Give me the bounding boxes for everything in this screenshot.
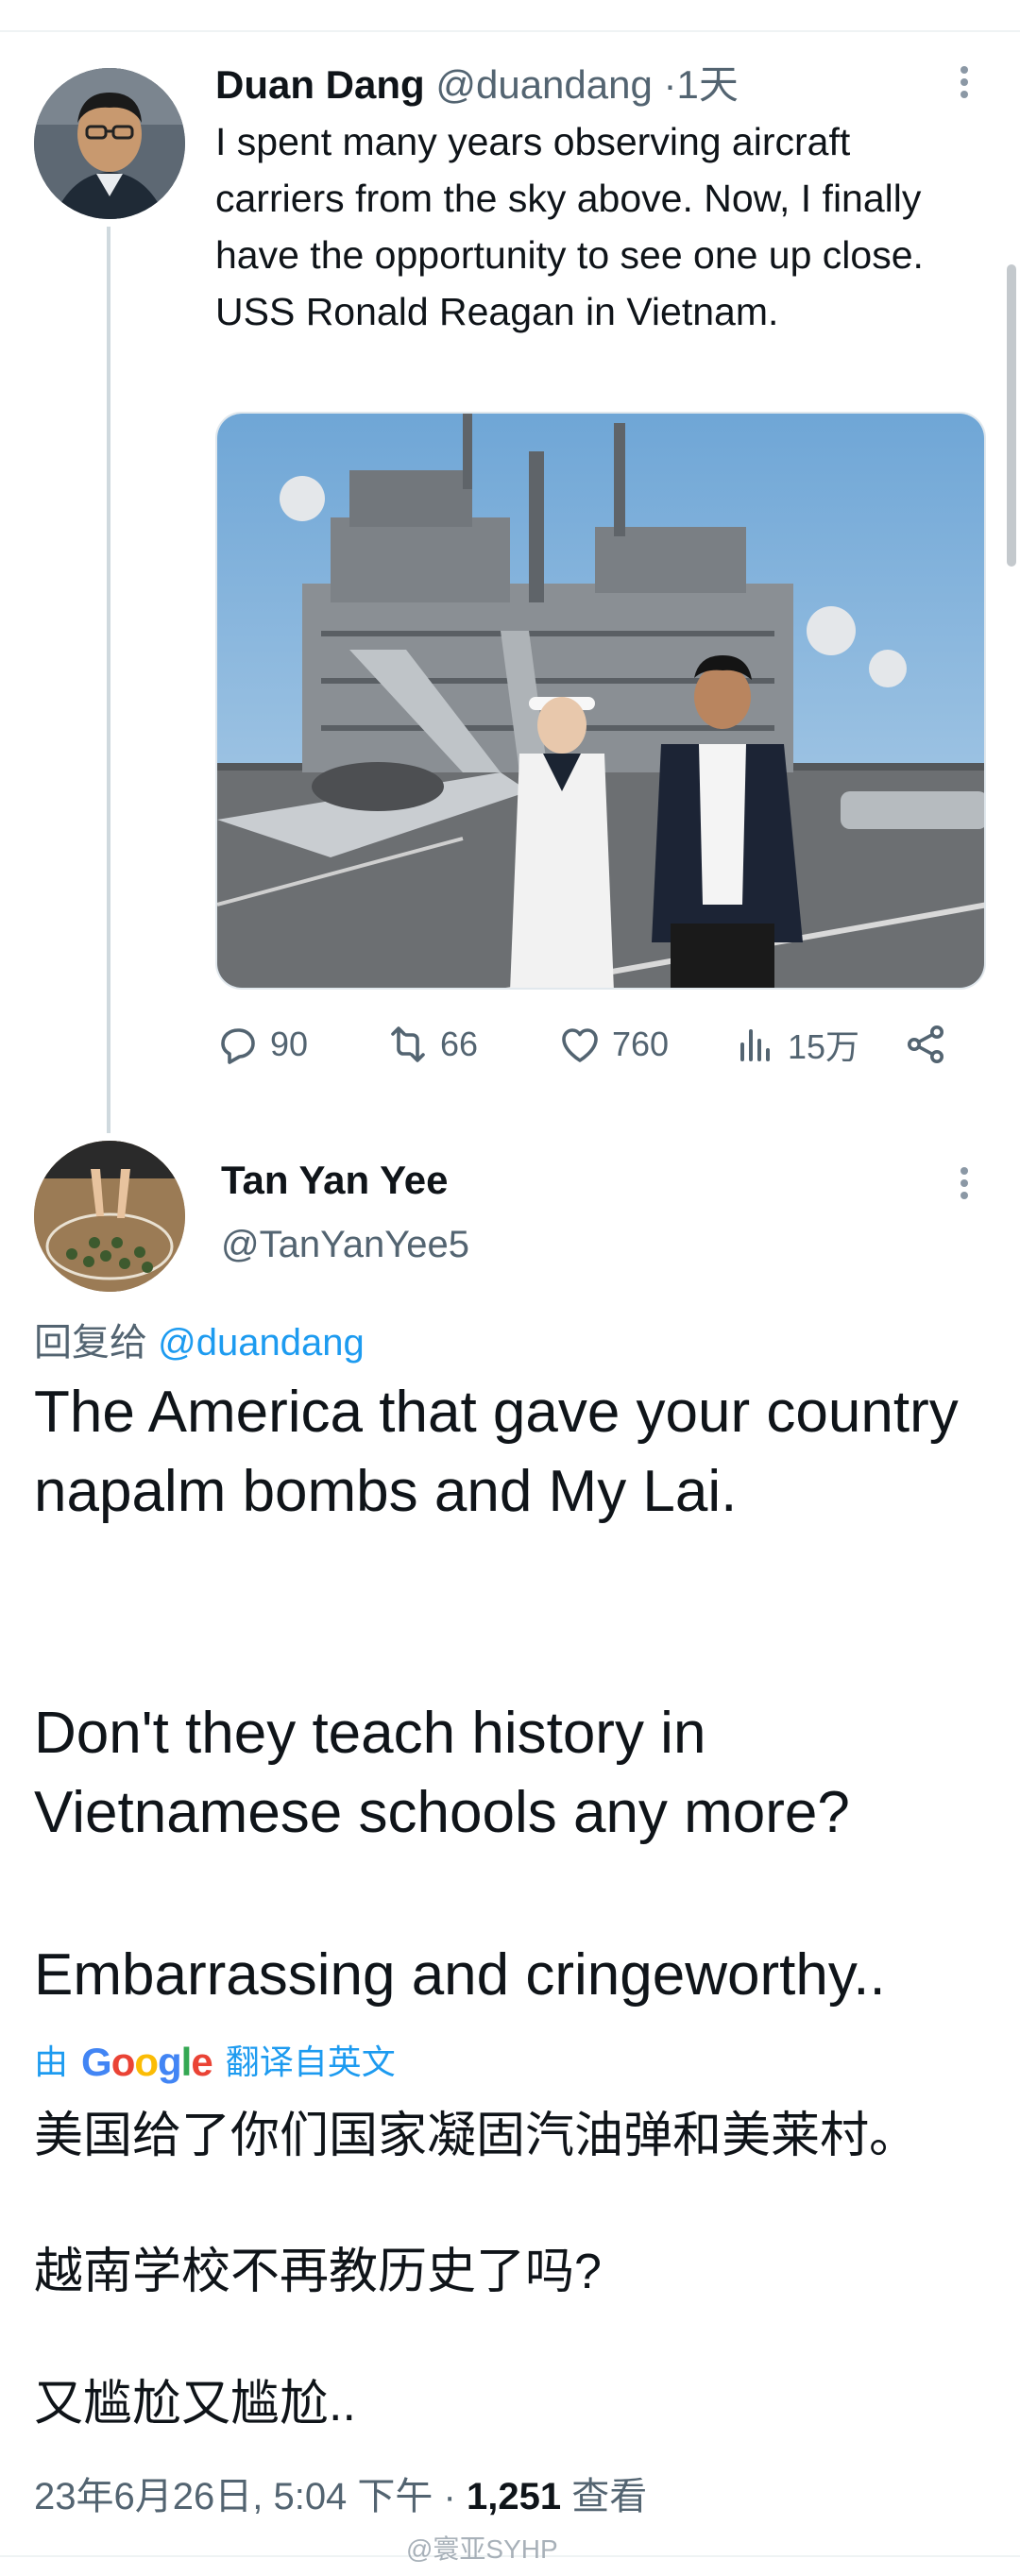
- scrollbar[interactable]: [1007, 264, 1016, 567]
- tweet-text: I spent many years observing aircraft ca…: [215, 120, 924, 333]
- reply-more-options-icon[interactable]: [944, 1161, 982, 1205]
- reply-action[interactable]: 90: [215, 1016, 308, 1073]
- analytics-icon: [740, 1029, 770, 1061]
- translate-label: 翻译自英文: [225, 2042, 396, 2081]
- reply-author-handle[interactable]: @TanYanYee5: [221, 1218, 469, 1271]
- replying-to: 回复给 @duandang: [34, 1316, 365, 1369]
- google-logo: Google: [81, 2040, 213, 2084]
- translated-paragraph-3: 又尴尬又尴尬..: [34, 2377, 356, 2432]
- watermark: @寰亚SYHP: [406, 2534, 558, 2564]
- view-count: 15万: [788, 1027, 860, 1066]
- tweet-header: Duan Dang @duandang ·1天: [215, 59, 739, 111]
- reply-view-label: 查看: [571, 2476, 648, 2517]
- reply-text-paragraph-1: The America that gave your country napal…: [34, 1380, 959, 1524]
- more-options-icon[interactable]: [944, 60, 982, 104]
- reply-icon: [221, 1028, 255, 1064]
- reply-text-paragraph-3: Embarrassing and cringeworthy..: [34, 1942, 886, 2008]
- header-separator: ·: [663, 62, 677, 107]
- like-count: 760: [612, 1025, 670, 1063]
- retweet-action[interactable]: 66: [385, 1016, 478, 1073]
- tweet-actions: 90 66 760 15万: [215, 1016, 971, 1073]
- author-name[interactable]: Duan Dang: [215, 62, 425, 107]
- replying-to-prefix: 回复给: [34, 1322, 147, 1364]
- author-handle[interactable]: @duandang: [435, 62, 653, 107]
- retweet-count: 66: [440, 1025, 479, 1063]
- translation-attribution[interactable]: 由 Google 翻译自英文: [34, 2036, 396, 2089]
- tweet-photo[interactable]: [215, 412, 986, 990]
- tweet-timestamp[interactable]: 23年6月26日, 5:04 下午: [34, 2476, 433, 2517]
- avatar-duan-dang[interactable]: [34, 68, 185, 219]
- tweet-meta: 23年6月26日, 5:04 下午 · 1,251 查看: [34, 2470, 647, 2523]
- reply-view-count: 1,251: [467, 2476, 562, 2517]
- reply-count: 90: [270, 1025, 309, 1063]
- share-action[interactable]: [903, 1016, 948, 1073]
- thread-connector-line: [107, 227, 110, 1133]
- translate-by: 由: [34, 2042, 69, 2081]
- reply-author-name[interactable]: Tan Yan Yee: [221, 1154, 449, 1207]
- tweet-time[interactable]: 1天: [677, 62, 739, 107]
- heart-icon: [562, 1028, 598, 1062]
- aircraft-carrier-photo: [217, 414, 984, 988]
- replying-to-link[interactable]: @duandang: [158, 1322, 365, 1364]
- translated-paragraph-1: 美国给了你们国家凝固汽油弹和美莱村。: [34, 2109, 919, 2163]
- meta-separator: ·: [443, 2476, 456, 2517]
- top-divider: [0, 30, 1020, 32]
- share-icon: [908, 1025, 944, 1063]
- avatar-tan-yan-yee[interactable]: [34, 1141, 185, 1292]
- like-action[interactable]: 760: [557, 1016, 669, 1073]
- translated-paragraph-2: 越南学校不再教历史了吗?: [34, 2245, 602, 2299]
- reply-text-paragraph-2: Don't they teach history in Vietnamese s…: [34, 1701, 850, 1845]
- retweet-icon: [391, 1026, 425, 1062]
- views-action[interactable]: 15万: [733, 1016, 859, 1073]
